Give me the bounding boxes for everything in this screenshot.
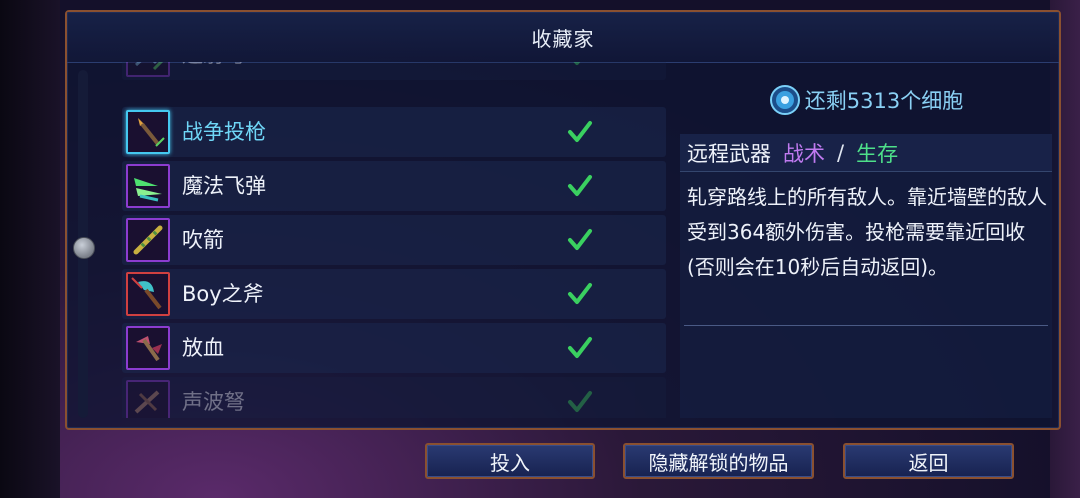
tag-tactics: 战术 [783, 141, 825, 166]
cells-remaining-text: 还剩5313个细胞 [804, 89, 964, 113]
item-name: 连射弩 [182, 62, 245, 80]
list-item-boy-axe[interactable]: Boy之斧 [122, 269, 666, 319]
divider [684, 325, 1048, 326]
item-name: 吹箭 [182, 228, 224, 252]
list-item-magic-missiles[interactable]: 魔法飞弹 [122, 161, 666, 211]
item-name: Boy之斧 [182, 282, 264, 306]
description-box: 轧穿路线上的所有敌人。靠近墙壁的敌人受到364额外伤害。投枪需要靠近回收(否则会… [680, 172, 1052, 418]
scrollbar-thumb[interactable] [73, 237, 95, 259]
list-item-war-javelin[interactable]: 战争投枪 [122, 107, 666, 157]
sonic-crossbow-icon [126, 380, 170, 418]
blowgun-icon [126, 218, 170, 262]
item-name: 战争投枪 [182, 120, 266, 144]
magic-missiles-icon [126, 164, 170, 208]
tag-survival: 生存 [856, 141, 899, 166]
check-icon [568, 175, 592, 196]
list-item-sonic-crossbow[interactable]: 声波弩 [122, 377, 666, 418]
item-list[interactable]: 连射弩 战争投枪 魔法飞弹 吹箭 Boy之斧 [122, 62, 670, 418]
weapon-category: 远程武器 [687, 141, 771, 166]
check-icon [568, 229, 592, 250]
war-javelin-icon [126, 110, 170, 154]
check-icon [573, 62, 581, 65]
hide-unlocked-button[interactable]: 隐藏解锁的物品 [623, 443, 814, 479]
list-item-bloodletting[interactable]: 放血 [122, 323, 666, 373]
tag-separator: / [837, 140, 845, 165]
item-detail-pane: 还剩5313个细胞 远程武器 战术 / 生存 轧穿路线上的所有敌人。靠近墙壁的敌… [680, 62, 1052, 418]
boy-axe-icon [126, 272, 170, 316]
item-description: 轧穿路线上的所有敌人。靠近墙壁的敌人受到364额外伤害。投枪需要靠近回收(否则会… [687, 185, 1047, 279]
list-item-repeater-crossbow[interactable]: 连射弩 [122, 62, 666, 80]
repeater-crossbow-icon [126, 62, 170, 77]
bloodletting-icon [126, 326, 170, 370]
cells-remaining: 还剩5313个细胞 [680, 80, 1052, 120]
item-name: 放血 [182, 336, 224, 360]
blue-cell-icon [769, 85, 800, 115]
check-icon [568, 283, 592, 304]
background-left [0, 0, 60, 498]
check-icon [568, 121, 592, 142]
check-icon [568, 337, 592, 358]
invest-button[interactable]: 投入 [425, 443, 595, 479]
list-item-blowgun[interactable]: 吹箭 [122, 215, 666, 265]
back-button[interactable]: 返回 [843, 443, 1014, 479]
panel-title: 收藏家 [67, 12, 1059, 63]
check-icon [568, 391, 592, 412]
item-name: 魔法飞弹 [182, 174, 266, 198]
item-name: 声波弩 [182, 390, 245, 414]
category-bar: 远程武器 战术 / 生存 [680, 134, 1052, 172]
